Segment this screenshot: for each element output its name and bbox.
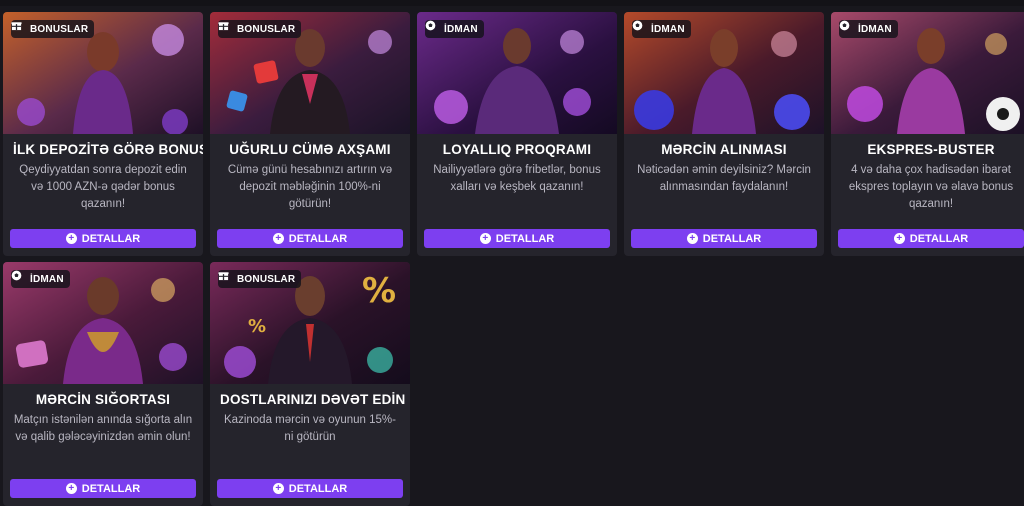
promo-card[interactable]: İDMAN MƏRCİN SIĞORTASI Matçın istənilən … (3, 262, 203, 506)
promo-image: BONUSLAR (3, 12, 203, 134)
promo-description: Cümə günü hesabınızı artırın və depozit … (227, 164, 393, 210)
promo-title: EKSPRES-BUSTER (867, 142, 995, 157)
soccer-ball-icon (632, 20, 647, 35)
promo-card[interactable]: % % BONUSLAR DOSTLARINIZI DƏVƏT EDİN Kaz… (210, 262, 410, 506)
promo-image: İDMAN (3, 262, 203, 384)
promotions-grid: BONUSLAR İLK DEPOZİTƏ GÖRƏ BONUS Qeydiyy… (3, 12, 1024, 506)
details-button-label: DETALLAR (288, 482, 348, 495)
promo-title: MƏRCİN SIĞORTASI (35, 392, 171, 407)
category-label: İDMAN (858, 23, 892, 35)
promo-description: Nəticədən əmin deyilsiniz? Mərcin alınma… (637, 164, 811, 193)
promo-card[interactable]: İDMAN EKSPRES-BUSTER 4 və daha çox hadis… (831, 12, 1024, 256)
plus-icon: + (893, 233, 905, 244)
details-button-label: DETALLAR (81, 482, 141, 495)
gift-icon (11, 22, 26, 35)
promo-card[interactable]: BONUSLAR UĞURLU CÜMƏ AXŞAMI Cümə günü he… (210, 12, 410, 256)
category-badge: BONUSLAR (218, 20, 302, 38)
promo-description: Nailiyyətlərə görə fribetlər, bonus xall… (433, 164, 601, 193)
soccer-ball-icon (425, 20, 440, 35)
details-button[interactable]: + DETALLAR (217, 479, 403, 498)
promo-image: % % BONUSLAR (210, 262, 410, 384)
details-button-label: DETALLAR (288, 232, 348, 245)
promo-title: LOYALLIQ PROQRAMI (442, 142, 592, 157)
details-button[interactable]: + DETALLAR (10, 229, 196, 248)
plus-icon: + (479, 233, 491, 244)
category-badge: BONUSLAR (11, 20, 95, 38)
plus-icon: + (272, 483, 284, 494)
category-label: BONUSLAR (237, 23, 296, 35)
details-button[interactable]: + DETALLAR (424, 229, 610, 248)
promo-image: İDMAN (624, 12, 824, 134)
details-button-label: DETALLAR (81, 232, 141, 245)
soccer-ball-icon (11, 270, 26, 285)
promo-card[interactable]: BONUSLAR İLK DEPOZİTƏ GÖRƏ BONUS Qeydiyy… (3, 12, 203, 256)
promo-image: İDMAN (417, 12, 617, 134)
promo-card[interactable]: İDMAN LOYALLIQ PROQRAMI Nailiyyətlərə gö… (417, 12, 617, 256)
category-label: İDMAN (651, 23, 685, 35)
svg-text:%: % (362, 271, 396, 311)
promo-title: MƏRCİN ALINMASI (661, 142, 787, 157)
details-button-label: DETALLAR (495, 232, 555, 245)
category-badge: İDMAN (632, 20, 691, 38)
category-badge: İDMAN (11, 270, 70, 288)
details-button[interactable]: + DETALLAR (631, 229, 817, 248)
plus-icon: + (65, 233, 77, 244)
details-button[interactable]: + DETALLAR (838, 229, 1024, 248)
category-badge: BONUSLAR (218, 270, 302, 288)
promo-description: 4 və daha çox hadisədən ibarət ekspres t… (848, 164, 1014, 210)
promo-image: İDMAN (831, 12, 1024, 134)
soccer-ball-icon (839, 20, 854, 35)
top-bar (0, 0, 1024, 6)
category-label: İDMAN (30, 273, 64, 285)
category-label: BONUSLAR (30, 23, 89, 35)
details-button-label: DETALLAR (909, 232, 969, 245)
promo-image: BONUSLAR (210, 12, 410, 134)
details-button[interactable]: + DETALLAR (10, 479, 196, 498)
promo-description: Qeydiyyatdan sonra depozit edin və 1000 … (19, 164, 187, 210)
plus-icon: + (686, 233, 698, 244)
category-label: İDMAN (444, 23, 478, 35)
gift-icon (218, 272, 233, 285)
gift-icon (218, 22, 233, 35)
svg-text:%: % (248, 316, 266, 337)
plus-icon: + (272, 233, 284, 244)
category-badge: İDMAN (425, 20, 484, 38)
plus-icon: + (65, 483, 77, 494)
promo-title: DOSTLARINIZI DƏVƏT EDİN (220, 392, 406, 407)
promo-card[interactable]: İDMAN MƏRCİN ALINMASI Nəticədən əmin dey… (624, 12, 824, 256)
promo-title: UĞURLU CÜMƏ AXŞAMI (229, 142, 391, 157)
promo-description: Matçın istənilən anında sığorta alın və … (13, 414, 193, 443)
details-button-label: DETALLAR (702, 232, 762, 245)
category-label: BONUSLAR (237, 273, 296, 285)
details-button[interactable]: + DETALLAR (217, 229, 403, 248)
promo-title: İLK DEPOZİTƏ GÖRƏ BONUS (13, 142, 203, 157)
category-badge: İDMAN (839, 20, 898, 38)
promo-description: Kazinoda mərcin və oyunun 15%-ni götürün (224, 414, 396, 443)
